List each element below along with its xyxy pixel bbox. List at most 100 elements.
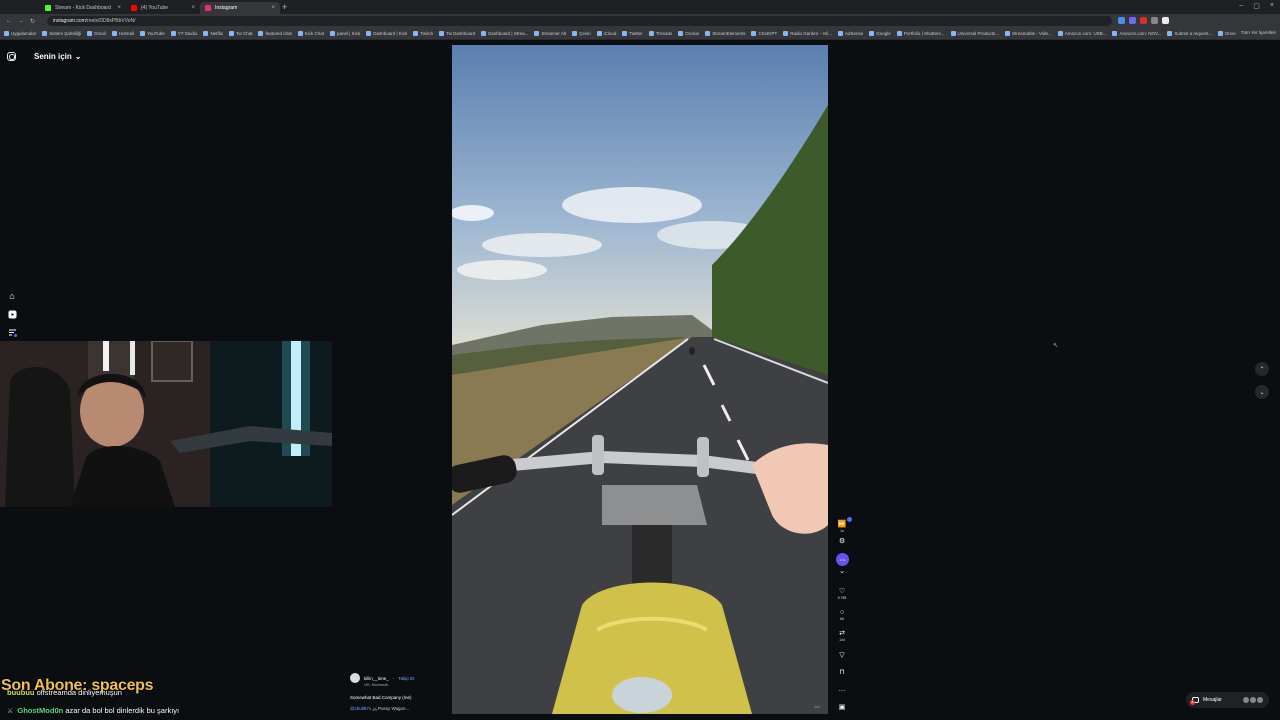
reels-icon[interactable] [7, 310, 17, 320]
bookmark-label: Streamer Alt [541, 31, 567, 36]
bookmark-item[interactable]: Netflix [203, 31, 223, 36]
bookmark-item[interactable]: ChatGPT [751, 31, 777, 36]
save-button[interactable]: ⊓ [836, 669, 848, 677]
bookmark-label: Amazon.com: NOV... [1119, 31, 1162, 36]
tab-kick-dashboard[interactable]: Stream - Kick Dashboard × [40, 2, 126, 14]
maximize-icon[interactable]: ▢ [1253, 2, 1260, 10]
reload-icon[interactable]: ↻ [30, 18, 35, 25]
bookmark-item[interactable]: Tw Chat [228, 31, 252, 36]
extension-icon[interactable] [1140, 17, 1147, 24]
message-count-badge: 8 [1190, 700, 1195, 705]
bookmark-label: YouTube [147, 31, 165, 36]
more-button[interactable]: … [836, 686, 848, 694]
bookmark-item[interactable]: Tw Dashboard [439, 31, 475, 36]
bookmark-item[interactable]: Submit a request... [1167, 31, 1212, 36]
tab-youtube[interactable]: (4) YouTube × [126, 2, 200, 14]
bookmark-item[interactable]: panel | Kick [330, 31, 360, 36]
avatar[interactable] [350, 673, 360, 683]
reel-video[interactable]: ⋯ [452, 45, 828, 714]
bookmark-label: ChatGPT [758, 31, 778, 36]
bookmark-item[interactable]: Radio Garden – Kli... [783, 31, 832, 36]
speed-button[interactable]: ⏩ 1x [836, 521, 848, 533]
bookmark-item[interactable]: YouTube [140, 31, 165, 36]
close-icon[interactable]: × [271, 5, 275, 11]
bookmark-favicon-icon [439, 31, 445, 36]
close-window-icon[interactable]: × [1270, 2, 1274, 10]
location-label[interactable]: UIK, Monmouth [364, 683, 440, 687]
bookmark-favicon-icon [413, 31, 419, 36]
bookmark-item[interactable]: Amazon.com: NOV... [1112, 31, 1161, 36]
bookmark-favicon-icon [622, 31, 628, 36]
bookmark-item[interactable]: Streamable - Vide... [1005, 31, 1052, 36]
audio-button[interactable]: ▣ [836, 704, 848, 712]
forward-icon[interactable]: → [18, 18, 24, 24]
bookmark-favicon-icon [950, 31, 956, 36]
bookmark-item[interactable]: Twitch [413, 31, 433, 36]
close-icon[interactable]: × [117, 5, 121, 11]
bookmark-item[interactable]: Universal Products... [950, 31, 999, 36]
avatar [1257, 697, 1263, 703]
share-button[interactable]: ▽ [836, 652, 848, 660]
url-field[interactable]: instagram.com/reels/DD8xPBbVVoN/ [47, 16, 1112, 26]
bookmark-item[interactable]: Çeviri [572, 31, 591, 36]
extension-icon[interactable] [1151, 17, 1158, 24]
minimize-icon[interactable]: – [1239, 2, 1243, 10]
bookmark-item[interactable]: Kick Chat [297, 31, 324, 36]
profile-icon[interactable] [1162, 17, 1169, 24]
follow-button[interactable]: Takip Et [398, 676, 414, 681]
repost-button[interactable]: ⇄ 144 [836, 630, 848, 642]
extension-icon[interactable] [1118, 17, 1125, 24]
bookmark-label: Tw Dashboard [446, 31, 476, 36]
bookmark-item[interactable]: Uygulamalar [4, 31, 36, 36]
avatar [1250, 697, 1256, 703]
speed-indicator[interactable]: 1.5x [836, 553, 849, 566]
tab-label: Stream - Kick Dashboard [55, 5, 111, 11]
back-icon[interactable]: ← [6, 18, 12, 24]
comment-count: 66 [840, 617, 844, 621]
comment-button[interactable]: ○ 66 [836, 609, 848, 621]
bookmark-item[interactable]: Sistem Şahsiliği [42, 31, 81, 36]
home-icon[interactable]: ⌂ [7, 291, 17, 301]
like-button[interactable]: ♡ 9.785 [836, 588, 848, 600]
chat-username: GhostMod0n [17, 706, 64, 715]
bookmark-item[interactable]: iCloud [596, 31, 616, 36]
all-bookmarks[interactable]: Tüm Yer İşaretleri [1236, 30, 1276, 35]
song-label[interactable]: Somewhat Bad Company (me) [350, 695, 440, 700]
reel-actions: ⏩ 1x ⚙ ⌄ ♡ 9.785 ○ 66 ⇄ 144 ▽ ⊓ … ▣ [836, 518, 848, 718]
menu-icon[interactable] [7, 328, 17, 338]
extension-icon[interactable] [1129, 17, 1136, 24]
bookmark-item[interactable]: Dashboard | Kick [366, 31, 407, 36]
author-name[interactable]: killin__time_ [364, 676, 389, 681]
feed-selector[interactable]: Senin için ⌄ [34, 52, 82, 61]
bookmark-favicon-icon [783, 31, 789, 36]
extension-icons [1118, 17, 1169, 24]
bookmark-item[interactable]: Oculus [678, 31, 699, 36]
bookmark-favicon-icon [258, 31, 264, 36]
bookmark-favicon-icon [678, 31, 684, 36]
bookmark-item[interactable]: Portfolio | Shutters... [896, 31, 945, 36]
tab-instagram[interactable]: Instagram × [200, 2, 280, 14]
bookmark-item[interactable]: Amazon.com: USB... [1057, 31, 1106, 36]
bookmark-item[interactable]: YT Studio [170, 31, 197, 36]
new-tab-button[interactable]: + [282, 2, 287, 12]
bookmark-item[interactable]: StreamElements [705, 31, 745, 36]
bookmark-item[interactable]: Gmail [87, 31, 106, 36]
audio-settings-button[interactable]: ⚙ [836, 538, 848, 546]
bookmark-label: Hotmail [118, 31, 135, 36]
messages-button[interactable]: 8 Mesajlar [1186, 692, 1269, 708]
instagram-logo-icon[interactable] [7, 52, 16, 61]
bookmark-favicon-icon [572, 31, 578, 36]
bookmark-item[interactable]: featured chat [258, 31, 292, 36]
bookmark-item[interactable]: Twitter [622, 31, 643, 36]
bookmark-item[interactable]: Streamer Alt [534, 31, 566, 36]
bookmark-item[interactable]: AdSense [838, 31, 863, 36]
tag-user[interactable]: @cbull97x [350, 706, 371, 711]
close-icon[interactable]: × [191, 5, 195, 11]
previous-reel-button[interactable]: ⌃ [1255, 362, 1269, 376]
bookmark-item[interactable]: Dashboard | Strea... [481, 31, 528, 36]
bookmark-item[interactable]: Threads [648, 31, 672, 36]
bookmark-item[interactable]: Hotmail [111, 31, 135, 36]
next-reel-button[interactable]: ⌄ [1255, 385, 1269, 399]
bookmark-item[interactable]: Google [869, 31, 891, 36]
more-down-button[interactable]: ⌄ [836, 568, 848, 576]
